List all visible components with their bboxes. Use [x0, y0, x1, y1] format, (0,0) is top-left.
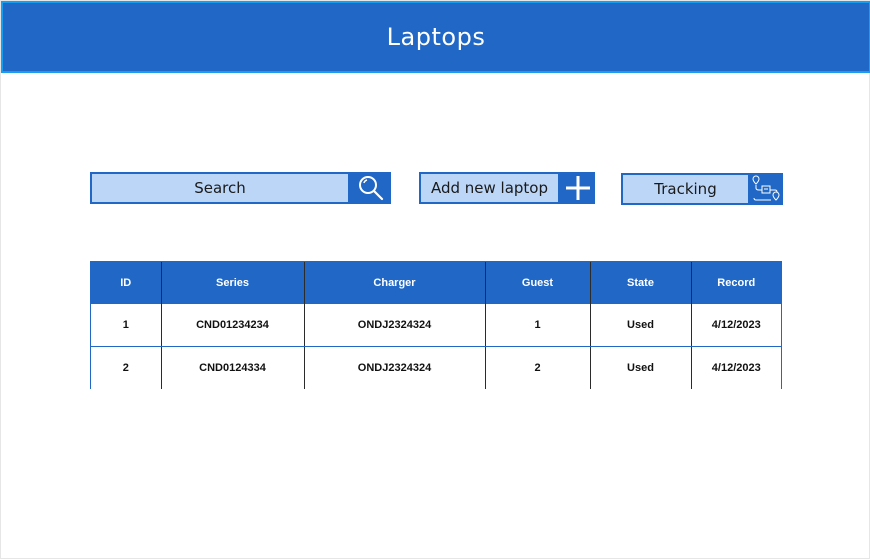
cell-guest: 2	[485, 346, 591, 389]
column-header-record: Record	[691, 262, 781, 304]
add-laptop-bar[interactable]: Add new laptop	[419, 172, 595, 204]
cell-id: 2	[91, 346, 162, 389]
search-button[interactable]: Search	[90, 172, 350, 204]
search-icon[interactable]	[350, 172, 391, 204]
cell-guest: 1	[485, 304, 591, 347]
app-frame: Laptops Search Add new laptop Tracking I…	[0, 0, 870, 559]
cell-charger: ONDJ2324324	[304, 346, 486, 389]
column-header-charger: Charger	[304, 262, 486, 304]
cell-state: Used	[590, 304, 692, 347]
header-bar: Laptops	[1, 1, 870, 73]
table-row[interactable]: 1 CND01234234 ONDJ2324324 1 Used 4/12/20…	[91, 304, 781, 347]
tracking-bar[interactable]: Tracking	[621, 173, 783, 205]
column-header-state: State	[590, 262, 692, 304]
cell-state: Used	[590, 346, 692, 389]
cell-series: CND01234234	[161, 304, 305, 347]
table-row[interactable]: 2 CND0124334 ONDJ2324324 2 Used 4/12/202…	[91, 346, 781, 389]
add-laptop-button[interactable]: Add new laptop	[419, 172, 560, 204]
search-bar[interactable]: Search	[90, 172, 391, 204]
page-title: Laptops	[386, 23, 486, 51]
laptops-table: ID Series Charger Guest State Record 1 C…	[90, 261, 782, 389]
plus-icon[interactable]	[560, 172, 595, 204]
cell-id: 1	[91, 304, 162, 347]
route-tracking-icon[interactable]	[750, 173, 783, 205]
add-laptop-label: Add new laptop	[430, 179, 549, 197]
table-header-row: ID Series Charger Guest State Record	[91, 262, 781, 304]
cell-record: 4/12/2023	[691, 304, 781, 347]
cell-charger: ONDJ2324324	[304, 304, 486, 347]
cell-series: CND0124334	[161, 346, 305, 389]
tracking-label: Tracking	[654, 180, 717, 198]
search-label: Search	[194, 179, 246, 197]
column-header-id: ID	[91, 262, 162, 304]
tracking-button[interactable]: Tracking	[621, 173, 750, 205]
column-header-series: Series	[161, 262, 305, 304]
cell-record: 4/12/2023	[691, 346, 781, 389]
column-header-guest: Guest	[485, 262, 591, 304]
